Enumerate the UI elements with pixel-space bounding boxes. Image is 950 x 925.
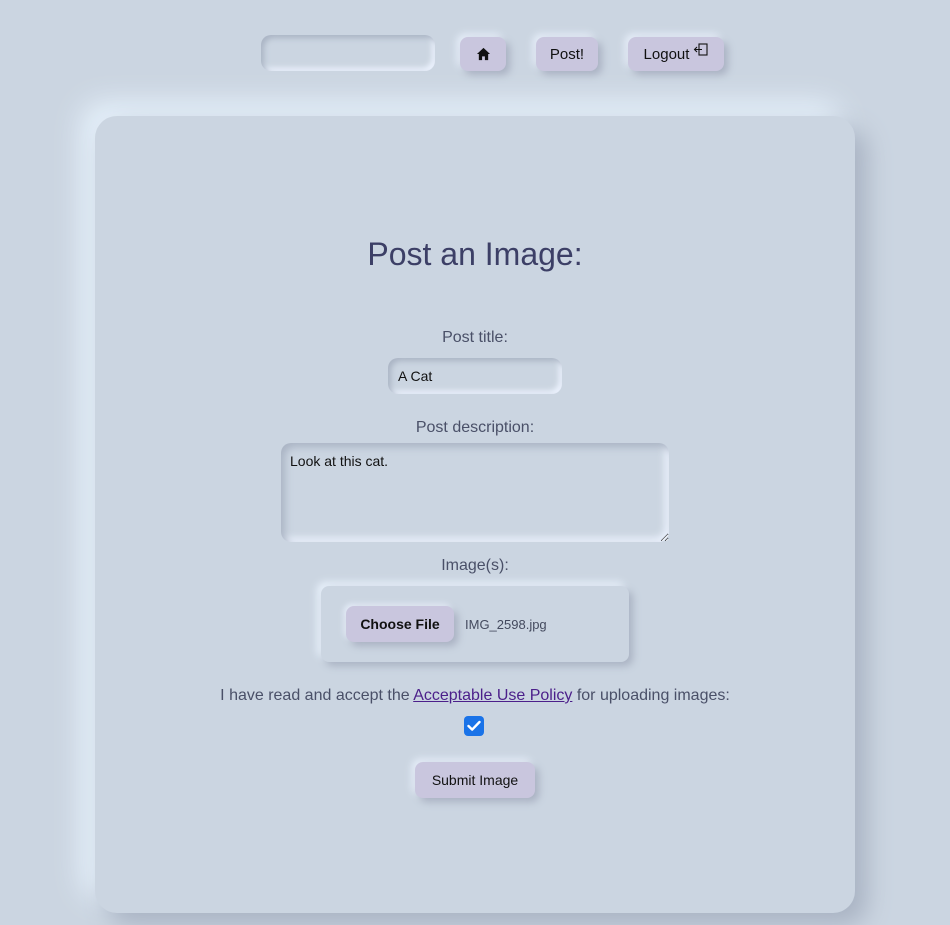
- file-upload: Choose File IMG_2598.jpg: [321, 586, 629, 662]
- checkmark-icon: [467, 720, 481, 731]
- page-title: Post an Image:: [367, 236, 583, 272]
- logout-button-label: Logout: [643, 45, 690, 63]
- top-nav: Post! Logout: [0, 35, 950, 75]
- post-title-input[interactable]: [388, 358, 562, 394]
- images-label: Image(s):: [441, 557, 509, 574]
- policy-suffix: for uploading images:: [572, 687, 730, 704]
- selected-file-name: IMG_2598.jpg: [465, 617, 547, 632]
- post-button[interactable]: Post!: [536, 37, 598, 71]
- policy-prefix: I have read and accept the: [220, 687, 414, 704]
- logout-button[interactable]: Logout: [628, 37, 724, 71]
- choose-file-button[interactable]: Choose File: [346, 606, 454, 642]
- post-description-label: Post description:: [415, 419, 535, 436]
- acceptable-use-policy-link[interactable]: Acceptable Use Policy: [413, 687, 572, 704]
- sign-out-icon: [693, 43, 708, 59]
- policy-statement: I have read and accept the Acceptable Us…: [95, 687, 855, 705]
- post-title-label: Post title:: [442, 329, 508, 346]
- policy-accept-checkbox[interactable]: [464, 716, 484, 736]
- page: Post! Logout Post an Image: Post title: …: [0, 0, 950, 925]
- post-button-label: Post!: [549, 45, 585, 63]
- submit-image-button[interactable]: Submit Image: [415, 762, 535, 798]
- post-form-card: Post an Image: Post title: Post descript…: [95, 116, 855, 913]
- nav-search-input[interactable]: [261, 35, 435, 71]
- home-icon: [476, 47, 490, 61]
- home-button[interactable]: [460, 37, 506, 71]
- post-description-input[interactable]: Look at this cat.: [281, 443, 669, 542]
